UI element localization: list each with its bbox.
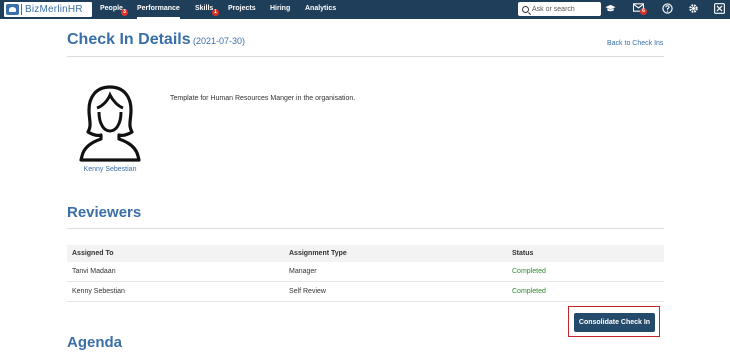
check-in-description: Template for Human Resources Manger in t… xyxy=(170,95,356,102)
column-header-assignment-type: Assignment Type xyxy=(289,250,347,257)
search-input[interactable] xyxy=(532,5,596,13)
assigned-to-cell: Kenny Sebestian xyxy=(72,288,125,295)
nav-item-hiring[interactable]: Hiring xyxy=(270,0,290,19)
check-in-date: (2021-07-30) xyxy=(193,36,246,46)
nav-item-projects[interactable]: Projects xyxy=(228,0,256,19)
search-box[interactable] xyxy=(518,2,601,16)
logo-icon xyxy=(6,4,19,15)
assignment-type-cell: Self Review xyxy=(289,288,326,295)
table-row: Kenny Sebestian Self Review Completed xyxy=(67,282,664,302)
nav-item-performance[interactable]: Performance xyxy=(137,0,180,19)
table-row: Tanvi Madaan Manager Completed xyxy=(67,262,664,282)
nav-item-analytics[interactable]: Analytics xyxy=(305,0,336,19)
app-logo[interactable]: BizMerlinHR xyxy=(4,2,92,17)
employee-avatar xyxy=(77,84,143,162)
table-header: Assigned To Assignment Type Status xyxy=(67,245,664,262)
reviewers-heading: Reviewers xyxy=(67,204,142,221)
status-cell: Completed xyxy=(512,288,546,295)
gear-icon[interactable] xyxy=(687,3,700,16)
help-icon[interactable] xyxy=(661,3,674,16)
graduation-cap-icon[interactable] xyxy=(604,3,617,16)
top-nav-bar: BizMerlinHR People 3 Performance Skills … xyxy=(0,0,730,19)
back-to-check-ins-link[interactable]: Back to Check Ins xyxy=(607,40,663,47)
assigned-to-cell: Tanvi Madaan xyxy=(72,268,116,275)
search-icon xyxy=(522,5,529,13)
assignment-type-cell: Manager xyxy=(289,268,317,275)
header-divider xyxy=(67,56,664,57)
reviewers-table: Assigned To Assignment Type Status Tanvi… xyxy=(67,245,664,302)
column-header-status: Status xyxy=(512,250,534,257)
logo-divider xyxy=(21,4,22,15)
close-window-icon[interactable] xyxy=(713,3,726,16)
column-header-assigned-to: Assigned To xyxy=(72,250,114,257)
nav-item-people[interactable]: People xyxy=(100,0,123,19)
mail-badge: 6 xyxy=(640,8,647,15)
skills-badge: 1 xyxy=(212,9,219,16)
page-title: Check In Details xyxy=(67,31,191,48)
reviewers-divider xyxy=(67,228,664,229)
people-badge: 3 xyxy=(121,9,128,16)
consolidate-check-in-button[interactable]: Consolidate Check In xyxy=(574,313,655,332)
agenda-heading: Agenda xyxy=(67,334,123,351)
logo-text: BizMerlinHR xyxy=(25,4,83,15)
woman-silhouette-icon xyxy=(79,85,141,162)
employee-name[interactable]: Kenny Sebestian xyxy=(67,166,153,173)
status-cell: Completed xyxy=(512,268,546,275)
nav-item-skills[interactable]: Skills xyxy=(195,0,213,19)
